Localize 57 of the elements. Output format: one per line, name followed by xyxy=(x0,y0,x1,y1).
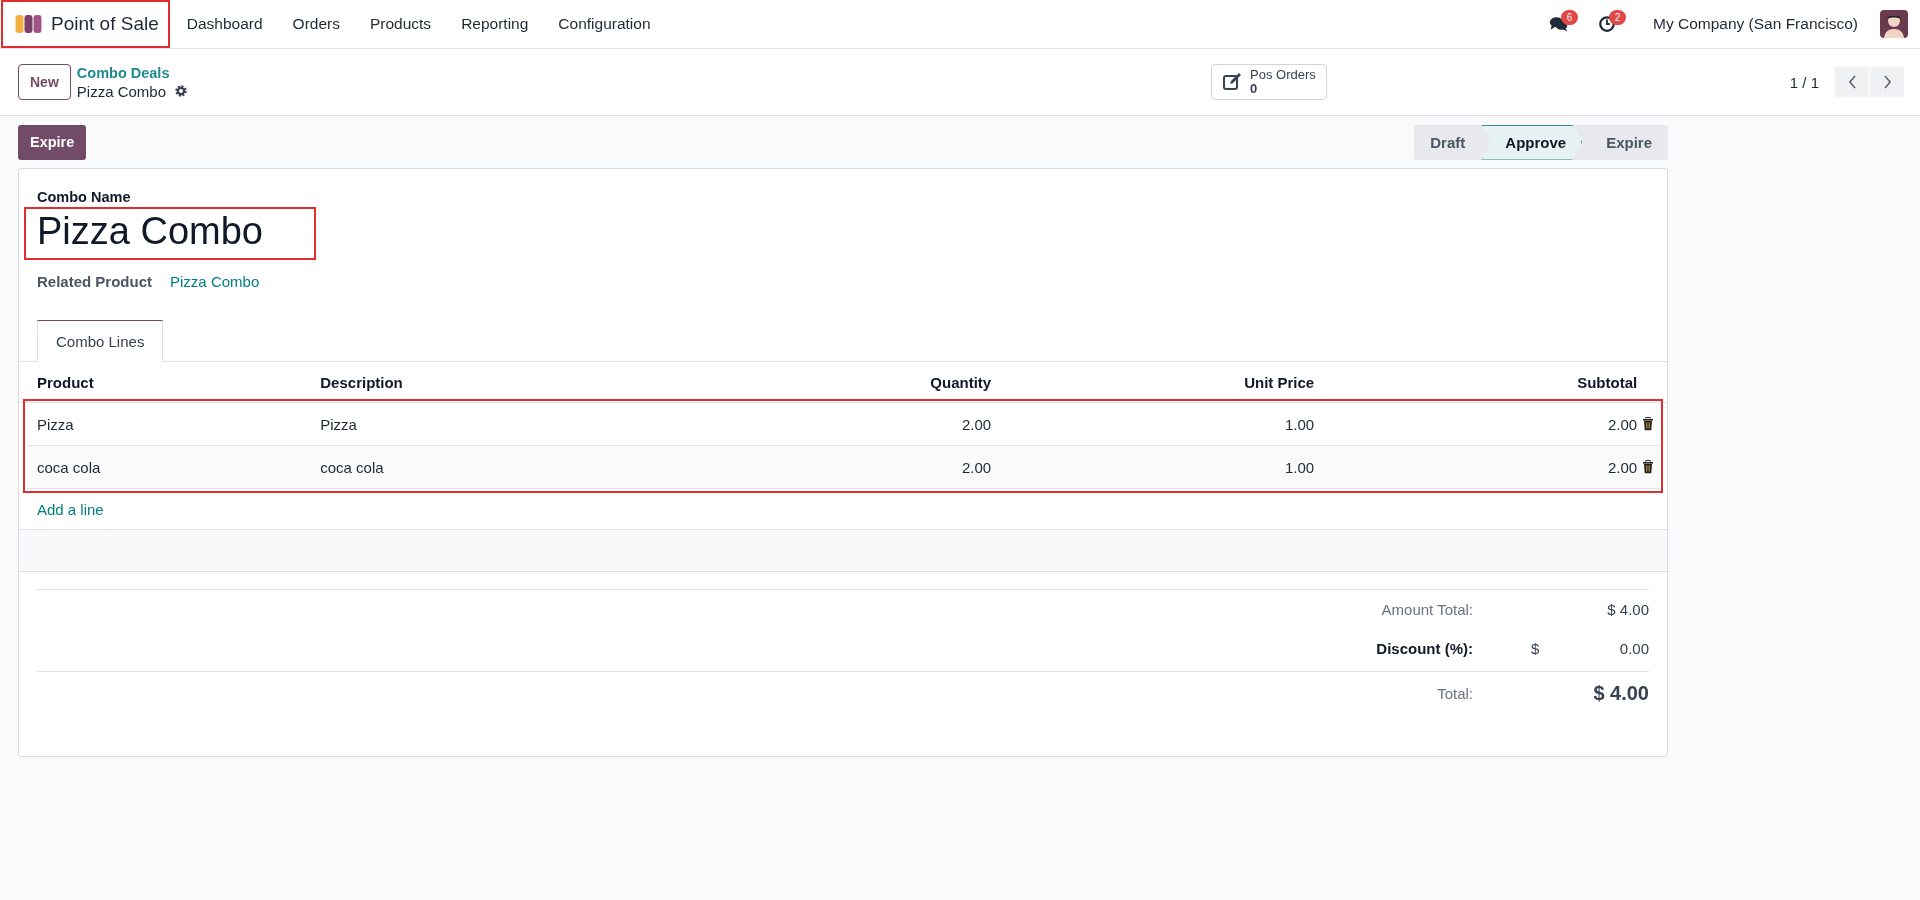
new-button[interactable]: New xyxy=(18,64,71,100)
column-header[interactable]: Description xyxy=(320,373,619,391)
table-cell-text: Pizza xyxy=(37,415,75,433)
record-title: Pizza Combo xyxy=(76,82,166,100)
app-name: Point of Sale xyxy=(51,13,159,35)
status-stage[interactable]: Approve xyxy=(1481,124,1583,160)
chevron-right-icon xyxy=(1882,75,1892,89)
combo-name-field[interactable]: Pizza Combo xyxy=(25,208,315,259)
edit-icon xyxy=(1222,72,1243,92)
app-brand[interactable]: Point of Sale xyxy=(2,1,169,47)
menu-item[interactable]: Configuration xyxy=(546,1,663,47)
total-label: Total: xyxy=(1437,684,1473,702)
awning-icon xyxy=(14,14,43,34)
total-label: Amount Total: xyxy=(1381,601,1473,618)
chevron-left-icon xyxy=(1847,75,1857,89)
pos-orders-button[interactable]: Pos Orders 0 xyxy=(1211,64,1327,100)
pager-value: 1 / 1 xyxy=(1789,73,1819,91)
settings-icon[interactable] xyxy=(174,84,188,98)
table-cell-text: 2.00 xyxy=(1606,415,1638,433)
trash-icon[interactable] xyxy=(1642,417,1655,431)
table-cell-text: 1.00 xyxy=(1283,458,1315,476)
related-product-link[interactable]: Pizza Combo xyxy=(170,273,260,290)
discount-field[interactable]: $ 0.00 xyxy=(1509,640,1649,657)
field-label: Related Product xyxy=(37,273,153,290)
column-header[interactable]: Subtotal xyxy=(1314,373,1638,391)
total-value: $ 4.00 xyxy=(1606,601,1649,618)
expire-button[interactable]: Expire xyxy=(18,124,87,160)
breadcrumb-link[interactable]: Combo Deals xyxy=(76,64,188,81)
table-cell-text: 1.00 xyxy=(1283,415,1315,433)
add-line-link[interactable]: Add a line xyxy=(37,500,104,518)
menu-item[interactable]: Dashboard xyxy=(174,1,275,47)
column-header[interactable]: Quantity xyxy=(618,373,992,391)
notification-badge: 6 xyxy=(1561,10,1578,25)
menu-item[interactable]: Orders xyxy=(280,1,352,47)
column-header[interactable]: Product xyxy=(37,373,321,391)
table-cell-text: coca cola xyxy=(37,458,102,476)
notification-badge: 2 xyxy=(1609,10,1626,25)
field-label: Combo Name xyxy=(37,189,132,205)
clock-icon[interactable] xyxy=(1597,15,1617,33)
trash-icon[interactable] xyxy=(1642,460,1655,474)
discount-label: Discount (%): xyxy=(1376,640,1473,657)
company-switcher[interactable]: My Company (San Francisco) xyxy=(1653,15,1858,33)
column-header[interactable]: Unit Price xyxy=(991,373,1315,391)
next-button[interactable] xyxy=(1870,67,1904,97)
table-cell-text: 2.00 xyxy=(960,458,992,476)
notebook-tab[interactable]: Combo Lines xyxy=(37,320,164,362)
table-cell-text: Pizza xyxy=(320,415,358,433)
menu-item[interactable]: Products xyxy=(357,1,444,47)
table-cell-text: 2.00 xyxy=(960,415,992,433)
menu-item[interactable]: Reporting xyxy=(449,1,541,47)
table-cell-text: coca cola xyxy=(320,458,385,476)
previous-button[interactable] xyxy=(1835,67,1869,97)
grand-total: $ 4.00 xyxy=(1592,681,1649,705)
table-cell-text: 2.00 xyxy=(1606,458,1638,476)
avatar-icon[interactable] xyxy=(1880,10,1908,38)
status-stage[interactable]: Draft xyxy=(1414,124,1482,160)
status-stage[interactable]: Expire xyxy=(1582,124,1668,160)
